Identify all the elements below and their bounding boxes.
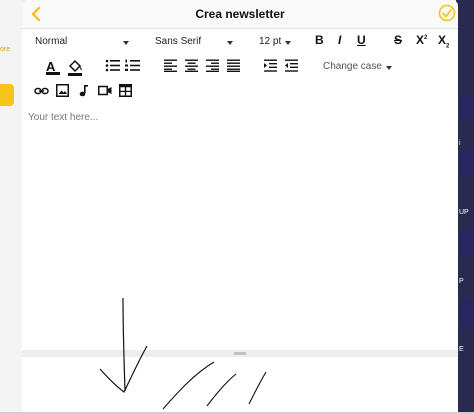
newsletter-editor-sheet: Crea newsletter Normal Sans Serif 12 pt … [22,0,458,414]
audio-icon[interactable] [78,84,90,97]
formatting-toolbar: Normal Sans Serif 12 pt B I U S X2 X2 A [22,28,458,108]
align-center-icon[interactable] [185,59,198,72]
italic-button[interactable]: I [338,33,341,47]
strikethrough-button[interactable]: S [394,33,402,47]
link-icon[interactable] [34,85,49,97]
background-label-4: E [459,346,464,353]
indent-icon[interactable] [264,59,277,72]
underline-button[interactable]: U [357,33,366,47]
subscript-mark: 2 [446,43,450,50]
chevron-down-icon [227,41,233,45]
header: Crea newsletter [22,0,458,29]
background-partial-text: ore [0,46,11,53]
superscript-mark: 2 [424,35,428,41]
background-card [460,150,474,176]
font-family-value: Sans Serif [155,36,202,47]
bold-button[interactable]: B [315,33,324,47]
resize-divider[interactable] [22,350,458,357]
chevron-down-icon [386,66,392,70]
align-left-icon[interactable] [164,59,177,72]
font-size-select[interactable]: 12 pt [259,36,299,47]
page-title: Crea newsletter [195,7,285,21]
editor-area[interactable]: Your text here... [22,108,458,350]
text-color-swatch [46,72,60,75]
background-label-1: i [459,140,461,147]
paragraph-style-value: Normal [35,36,68,47]
superscript-button[interactable]: X2 [416,33,427,47]
background-card [460,300,474,326]
outdent-icon[interactable] [285,59,298,72]
background-card [460,230,474,256]
text-color-button[interactable]: A [46,58,60,76]
image-icon[interactable] [56,84,69,97]
background-label-2: UP [459,209,469,216]
subscript-letter: X [438,33,447,47]
align-right-icon[interactable] [206,59,219,72]
lower-area [22,357,458,414]
background-card [460,94,474,120]
change-case-select[interactable]: Change case [323,61,398,72]
font-family-select[interactable]: Sans Serif [155,36,245,47]
video-icon[interactable] [98,85,112,96]
chevron-down-icon [123,41,129,45]
background-app-right: i UP P E [456,0,474,414]
numbered-list-icon[interactable] [125,59,140,72]
chevron-down-icon [285,41,291,45]
background-app-left: ore [0,0,22,414]
superscript-letter: X [416,33,425,47]
background-label-3: P [459,278,464,285]
subscript-button[interactable]: X2 [438,33,449,49]
bulleted-list-icon[interactable] [105,59,120,72]
editor-placeholder: Your text here... [28,112,99,123]
font-size-value: 12 pt [259,36,282,47]
highlight-color-icon[interactable] [67,58,83,76]
check-circle-icon[interactable] [438,4,456,22]
change-case-value: Change case [323,61,382,72]
table-icon[interactable] [119,84,132,97]
background-active-tab [0,84,14,106]
resize-handle[interactable] [234,352,246,355]
align-justify-icon[interactable] [227,59,240,72]
paragraph-style-select[interactable]: Normal [35,36,135,47]
